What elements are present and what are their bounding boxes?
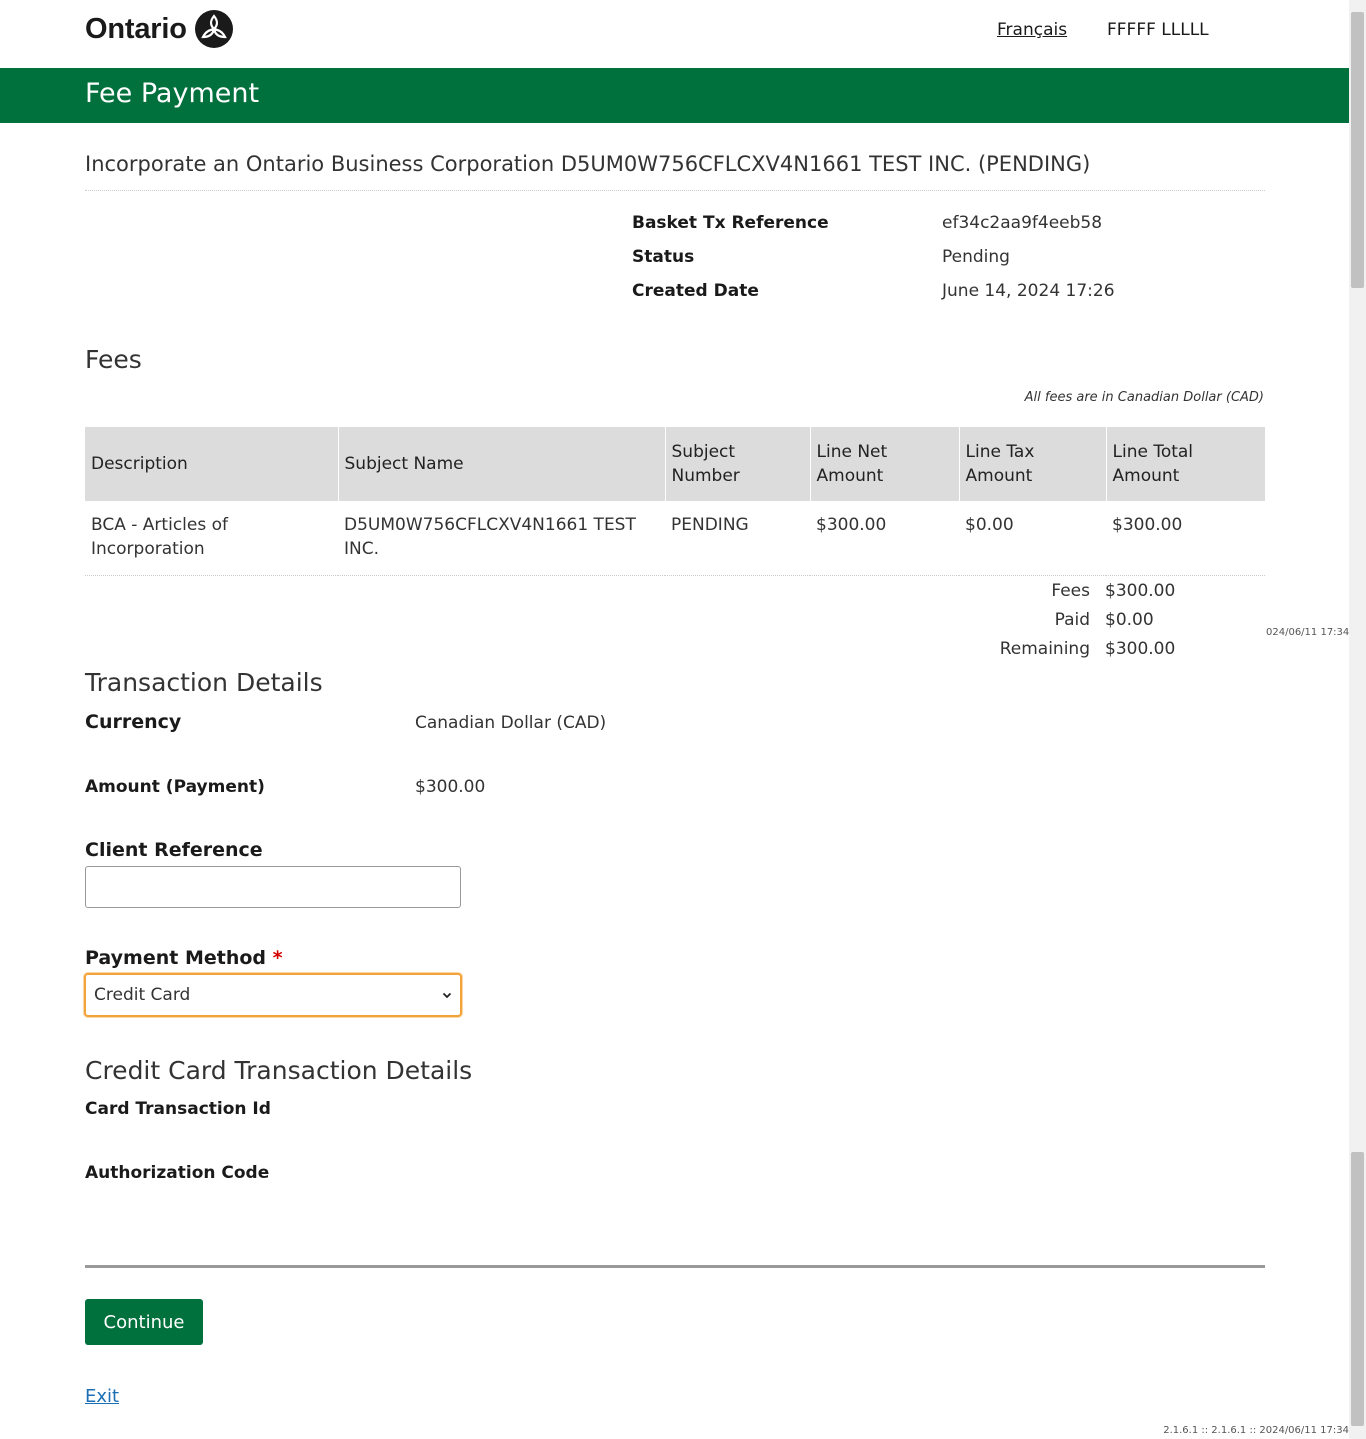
amount-value: $300.00 xyxy=(415,777,486,797)
user-name[interactable]: FFFFF LLLLL xyxy=(1107,20,1209,40)
credit-card-details-heading: Credit Card Transaction Details xyxy=(85,1056,473,1085)
basket-tx-reference-value: ef34c2aa9f4eeb58 xyxy=(942,213,1103,233)
title-divider xyxy=(85,190,1265,191)
client-reference-input[interactable] xyxy=(85,866,461,908)
column-header-line-net-amount: Line Net Amount xyxy=(809,427,959,501)
status-label: Status xyxy=(632,247,695,267)
status-value: Pending xyxy=(942,247,1010,267)
form-divider xyxy=(85,1265,1265,1268)
summary-paid-label: Paid xyxy=(1054,610,1090,630)
payment-method-label: Payment Method * xyxy=(85,947,283,969)
currency-label: Currency xyxy=(85,711,182,733)
column-header-description: Description xyxy=(85,427,338,501)
fees-currency-note: All fees are in Canadian Dollar (CAD) xyxy=(1024,390,1264,405)
summary-remaining-value: $300.00 xyxy=(1105,639,1176,659)
currency-value: Canadian Dollar (CAD) xyxy=(415,713,607,733)
column-header-subject-number: Subject Number xyxy=(664,427,810,501)
basket-tx-reference-label: Basket Tx Reference xyxy=(632,213,829,233)
cell-subject-name: D5UM0W756CFLCXV4N1661 TEST INC. xyxy=(338,501,665,576)
banner-title: Fee Payment xyxy=(85,78,260,109)
scrollbar-thumb-top[interactable] xyxy=(1351,12,1364,288)
language-toggle-link[interactable]: Français xyxy=(997,20,1067,40)
column-header-line-tax-amount: Line Tax Amount xyxy=(958,427,1106,501)
payment-method-select[interactable]: Credit Card xyxy=(84,973,462,1017)
fees-table-header: Description Subject Name Subject Number … xyxy=(85,427,1265,501)
scrollbar-thumb-bottom[interactable] xyxy=(1351,1152,1364,1426)
cell-line-tax-amount: $0.00 xyxy=(959,501,1106,576)
payment-method-selected-value: Credit Card xyxy=(94,985,191,1005)
exit-link[interactable]: Exit xyxy=(85,1386,119,1407)
ontario-logo[interactable]: Ontario xyxy=(85,10,233,48)
logo-text: Ontario xyxy=(85,12,187,45)
summary-paid-value: $0.00 xyxy=(1105,610,1154,630)
payment-method-label-text: Payment Method xyxy=(85,947,267,969)
client-reference-label: Client Reference xyxy=(85,839,263,861)
cell-subject-number: PENDING xyxy=(665,501,810,576)
created-date-value: June 14, 2024 17:26 xyxy=(942,281,1115,301)
column-header-subject-name: Subject Name xyxy=(337,427,665,501)
cell-line-total-amount: $300.00 xyxy=(1106,501,1265,576)
summary-fees-label: Fees xyxy=(1051,581,1090,601)
continue-button[interactable]: Continue xyxy=(85,1299,203,1345)
side-timestamp: 024/06/11 17:34 ▼ xyxy=(1266,627,1359,638)
authorization-code-label: Authorization Code xyxy=(85,1163,270,1183)
summary-remaining-label: Remaining xyxy=(999,639,1090,659)
card-transaction-id-label: Card Transaction Id xyxy=(85,1099,271,1119)
page-title: Incorporate an Ontario Business Corporat… xyxy=(85,152,1091,176)
transaction-details-heading: Transaction Details xyxy=(85,668,323,697)
side-timestamp-text: 024/06/11 17:34 xyxy=(1266,627,1350,638)
table-row: BCA - Articles of Incorporation D5UM0W75… xyxy=(85,501,1265,576)
chevron-down-icon xyxy=(442,992,452,999)
required-marker: * xyxy=(272,947,283,969)
ontario-trillium-icon xyxy=(194,10,233,48)
version-footer: 2.1.6.1 :: 2.1.6.1 :: 2024/06/11 17:34 xyxy=(1163,1425,1349,1436)
amount-label: Amount (Payment) xyxy=(85,777,265,797)
created-date-label: Created Date xyxy=(632,281,759,301)
fees-heading: Fees xyxy=(85,345,142,374)
fees-table: Description Subject Name Subject Number … xyxy=(85,427,1265,576)
cell-description: BCA - Articles of Incorporation xyxy=(85,501,338,576)
cell-line-net-amount: $300.00 xyxy=(810,501,959,576)
column-header-line-total-amount: Line Total Amount xyxy=(1105,427,1265,501)
summary-fees-value: $300.00 xyxy=(1105,581,1176,601)
